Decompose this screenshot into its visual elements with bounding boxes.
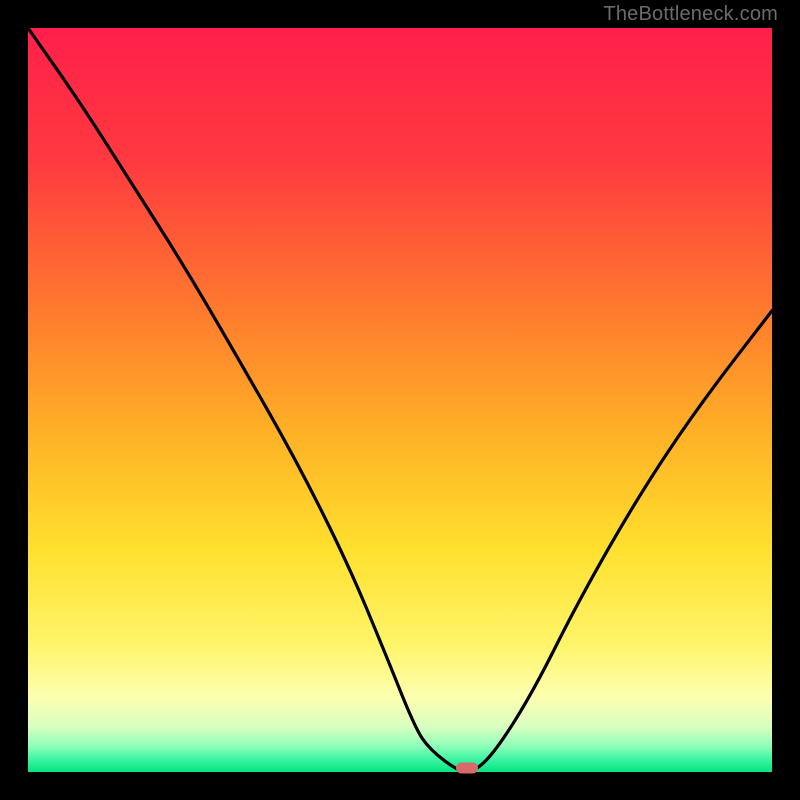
bottleneck-curve: [28, 28, 772, 772]
watermark-text: TheBottleneck.com: [603, 3, 778, 26]
optimal-point-marker: [456, 763, 478, 774]
chart-plot-area: [28, 28, 772, 772]
